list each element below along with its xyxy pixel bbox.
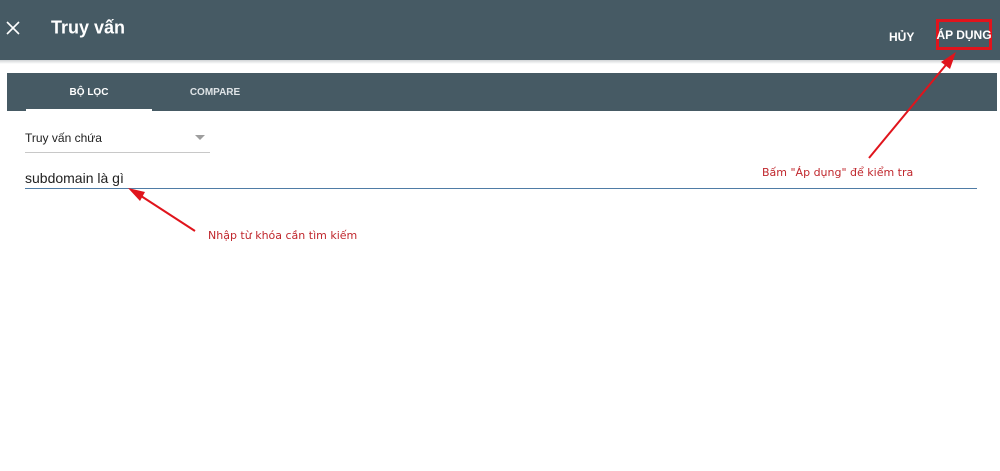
tab-filter-label: BỘ LỌC	[69, 86, 109, 98]
tab-compare-label: COMPARE	[189, 86, 241, 98]
annotation-arrows	[128, 52, 956, 232]
apply-button-label: ÁP DỤNG	[936, 27, 992, 42]
close-icon[interactable]	[4, 19, 22, 37]
arrow-to-query-input	[128, 188, 196, 232]
apply-button[interactable]: ÁP DỤNG	[936, 19, 992, 50]
top-app-bar: Truy vấn HỦY ÁP DỤNG	[0, 0, 1000, 60]
keyword-hint-annotation: Nhập từ khóa cần tìm kiếm	[208, 229, 358, 242]
apply-hint-annotation: Bấm "Áp dụng" để kiểm tra	[762, 166, 914, 179]
filter-type-select[interactable]: Truy vấn chứa	[25, 126, 210, 153]
tab-compare[interactable]: COMPARE	[152, 73, 278, 111]
header-shadow	[0, 60, 1000, 64]
filter-type-value: Truy vấn chứa	[25, 131, 102, 145]
cancel-button[interactable]: HỦY	[889, 30, 914, 44]
active-tab-indicator	[26, 109, 152, 111]
tab-bar: BỘ LỌC COMPARE	[7, 73, 997, 111]
tab-filter[interactable]: BỘ LỌC	[26, 73, 152, 111]
dropdown-arrow-icon	[195, 135, 205, 140]
page-title: Truy vấn	[51, 17, 126, 38]
